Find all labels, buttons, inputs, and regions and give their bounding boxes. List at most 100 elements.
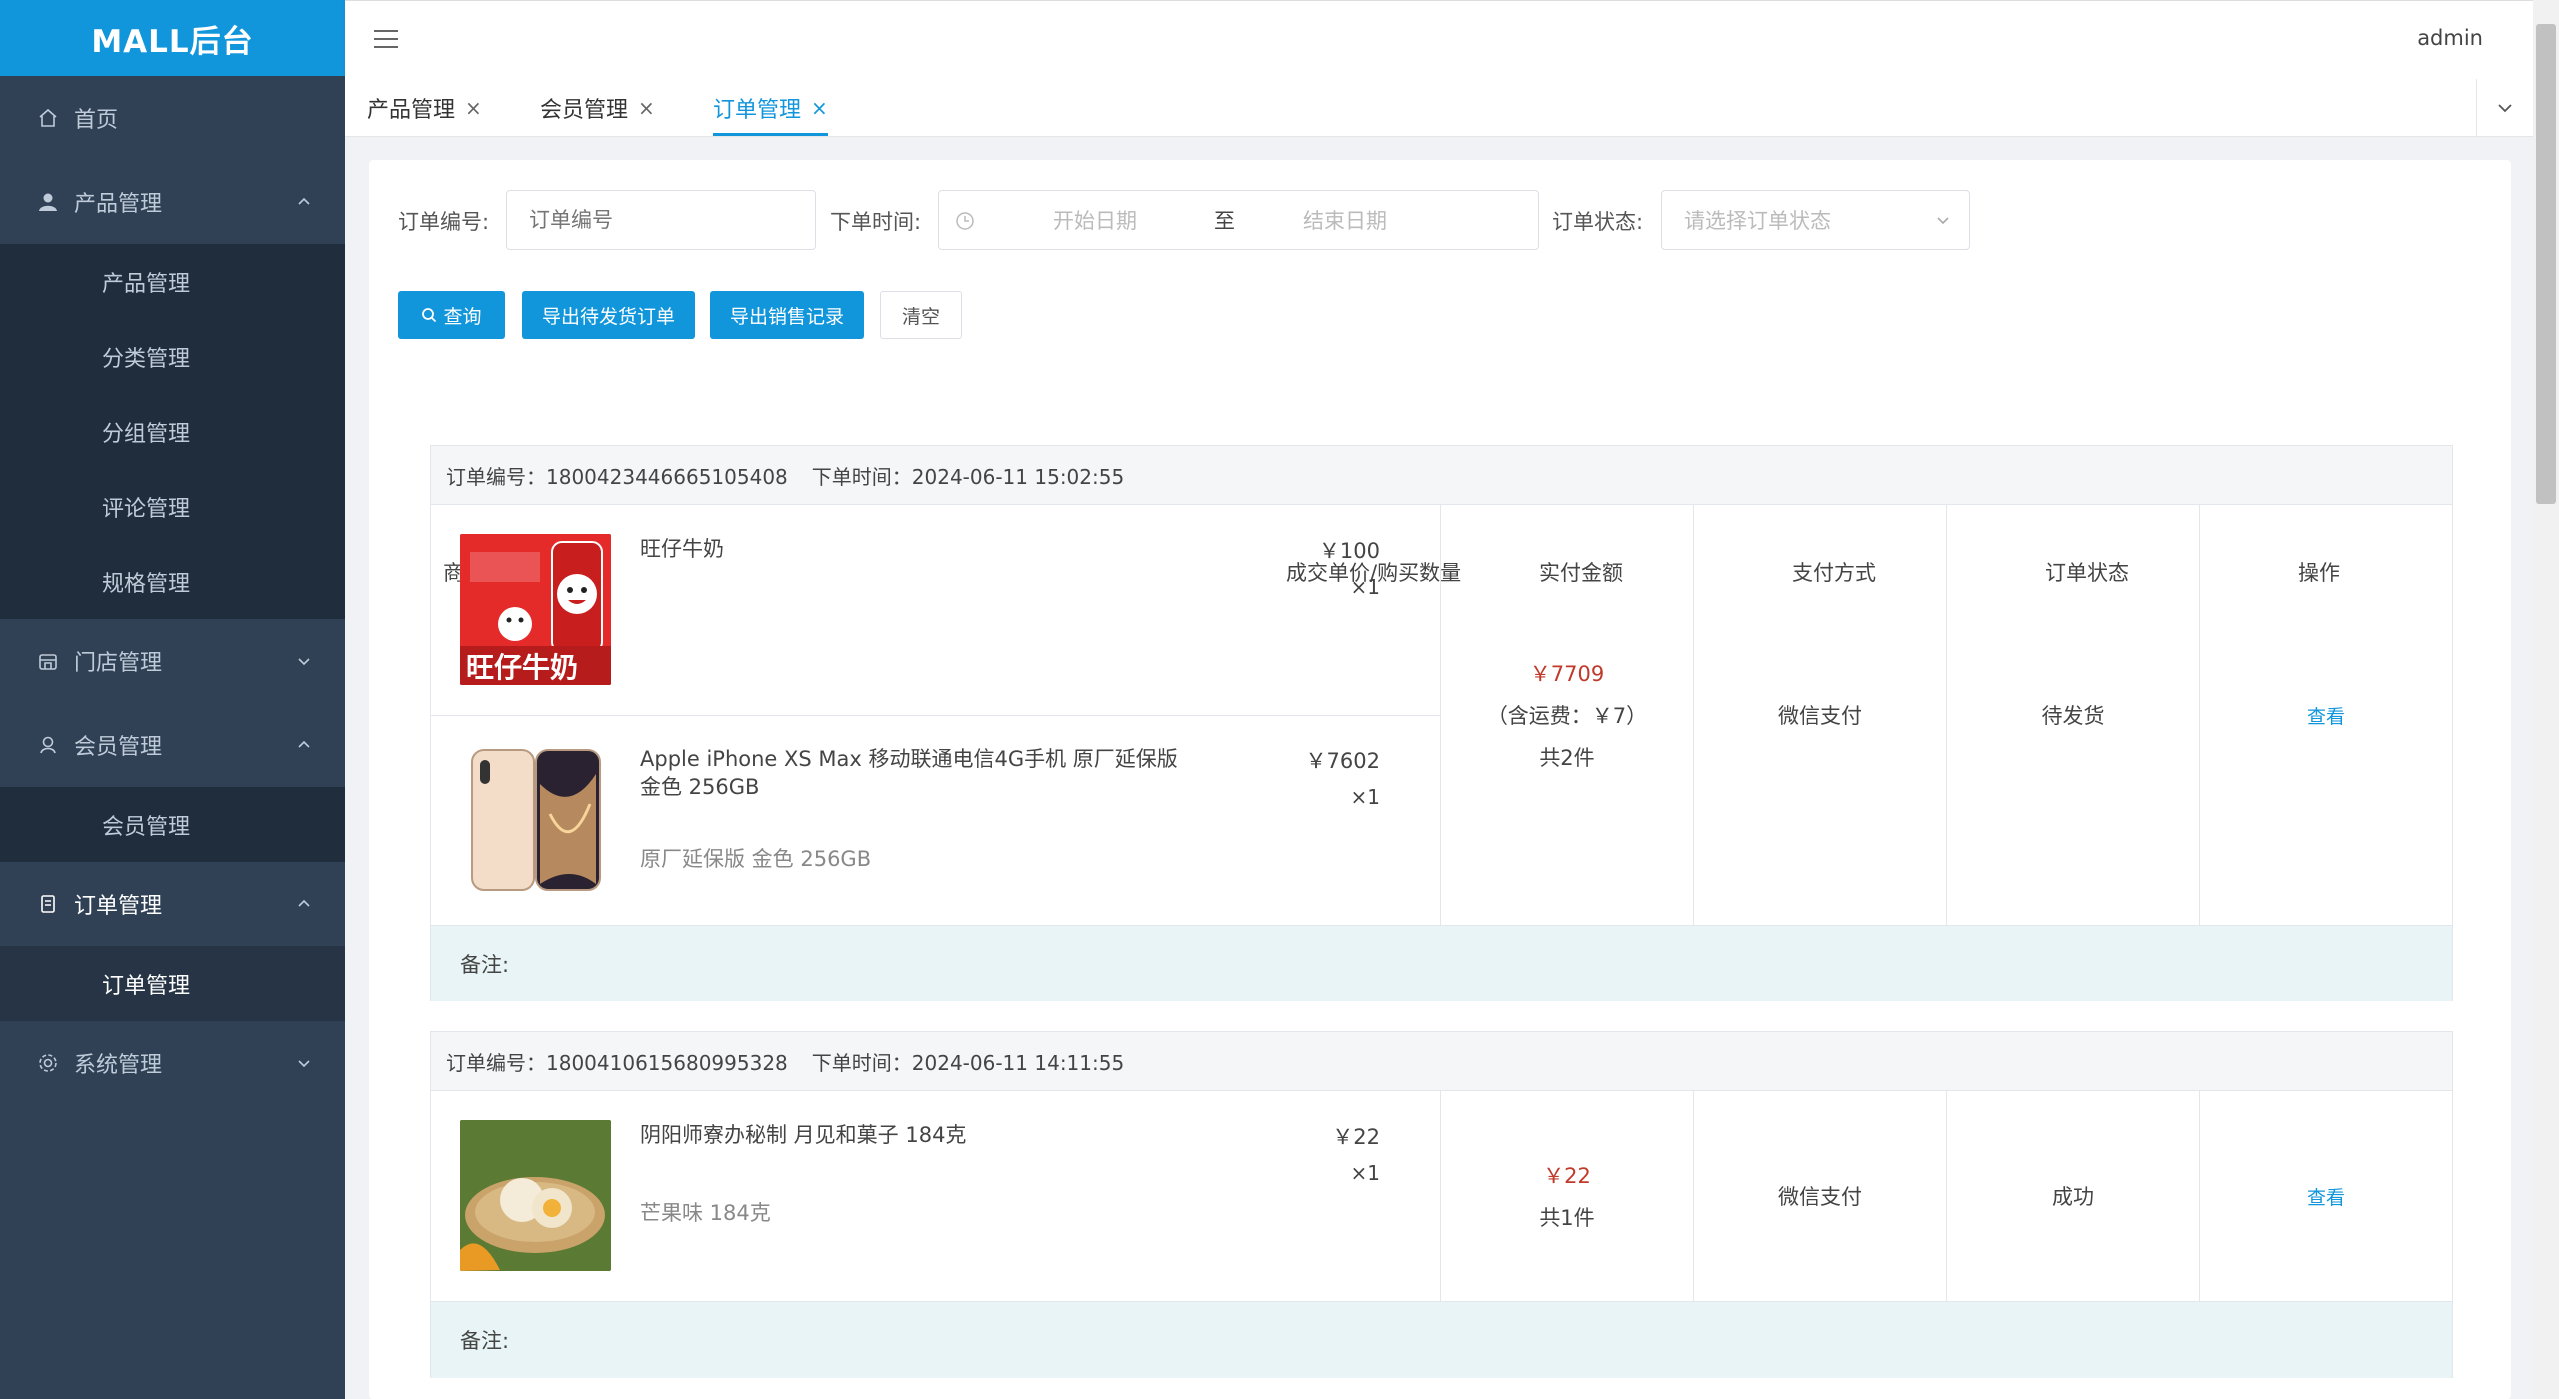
member-submenu: 会员管理 — [0, 787, 345, 862]
freight-note: （含运费：￥7） — [1486, 704, 1648, 728]
view-order-link[interactable]: 查看 — [2307, 1183, 2345, 1210]
product-qty: ×1 — [1350, 575, 1380, 599]
start-date-input[interactable]: 开始日期 — [1053, 205, 1137, 235]
product-price: ￥100 — [1318, 539, 1380, 563]
sidebar-item-store[interactable]: 门店管理 — [0, 619, 345, 703]
product-price: ￥7602 — [1305, 749, 1380, 773]
item-count: 共1件 — [1539, 1206, 1595, 1230]
scrollbar-thumb[interactable] — [2536, 24, 2556, 504]
search-button[interactable]: 查询 — [398, 291, 505, 339]
chevron-up-icon — [298, 197, 310, 205]
order-status: 成功 — [2052, 1185, 2094, 1209]
end-date-input[interactable]: 结束日期 — [1303, 205, 1387, 235]
sidebar-subitem-member[interactable]: 会员管理 — [0, 787, 345, 862]
order-time: 下单时间：2024-06-11 15:02:55 — [811, 464, 1125, 489]
paid-amount: ￥22 — [1543, 1164, 1591, 1188]
range-separator: 至 — [1214, 209, 1235, 233]
order-body: 旺仔牛奶 旺仔牛奶 ￥100 ×1 Apple iPhone XS Max 移动… — [431, 505, 2452, 925]
export-pending-button[interactable]: 导出待发货订单 — [522, 291, 695, 339]
tab-member[interactable]: 会员管理 × — [540, 79, 655, 136]
order-remark: 备注: — [431, 1301, 2452, 1378]
order-header: 订单编号：1800410615680995328 下单时间：2024-06-11… — [431, 1032, 2452, 1091]
order-item: 旺仔牛奶 旺仔牛奶 ￥100 ×1 — [431, 505, 1440, 716]
chevron-down-icon — [298, 658, 310, 666]
sidebar-item-product[interactable]: 产品管理 — [0, 160, 345, 244]
sidebar-item-label: 系统管理 — [74, 1053, 163, 1078]
product-qty: ×1 — [1350, 1161, 1380, 1185]
order-remark: 备注: — [431, 925, 2452, 1001]
user-icon — [36, 190, 60, 214]
search-button-label: 查询 — [443, 305, 482, 328]
pay-method: 微信支付 — [1778, 704, 1862, 728]
order-no-input[interactable] — [506, 190, 816, 250]
sidebar-subitem-comment[interactable]: 评论管理 — [0, 469, 345, 544]
sidebar-item-label: 门店管理 — [74, 651, 163, 676]
date-range-picker[interactable]: 开始日期 至 结束日期 — [938, 190, 1539, 250]
product-price: ￥22 — [1332, 1125, 1380, 1149]
vertical-scrollbar[interactable] — [2533, 0, 2559, 1399]
tab-label: 会员管理 — [540, 97, 629, 123]
order-item: Apple iPhone XS Max 移动联通电信4G手机 原厂延保版 金色 … — [431, 715, 1440, 925]
chevron-down-icon — [1937, 217, 1949, 225]
chevron-down-icon — [2498, 103, 2512, 112]
view-order-link[interactable]: 查看 — [2307, 702, 2345, 729]
sidebar-subitem-group[interactable]: 分组管理 — [0, 394, 345, 469]
sidebar-item-member[interactable]: 会员管理 — [0, 703, 345, 787]
svg-text:旺仔牛奶: 旺仔牛奶 — [466, 651, 578, 684]
sidebar-item-label: 产品管理 — [74, 192, 163, 217]
sidebar-subitem-category[interactable]: 分类管理 — [0, 319, 345, 394]
user-menu[interactable]: admin — [2417, 26, 2483, 50]
order-time: 下单时间：2024-06-11 14:11:55 — [811, 1050, 1125, 1075]
hamburger-menu-icon[interactable] — [373, 28, 399, 50]
close-icon[interactable]: × — [465, 96, 482, 120]
sidebar-subitem-order[interactable]: 订单管理 — [0, 946, 345, 1021]
clear-button[interactable]: 清空 — [880, 291, 962, 339]
tabs-dropdown[interactable] — [2476, 79, 2533, 136]
sidebar-subitem-product[interactable]: 产品管理 — [0, 244, 345, 319]
product-submenu: 产品管理 分类管理 分组管理 评论管理 规格管理 — [0, 244, 345, 619]
chevron-up-icon — [298, 740, 310, 748]
paid-amount: ￥7709 — [1529, 662, 1605, 686]
paid-amount-cell: ￥22 共1件 — [1440, 1091, 1693, 1301]
order-number: 订单编号：1800423446665105408 — [446, 464, 788, 489]
order-card: 订单编号：1800410615680995328 下单时间：2024-06-11… — [430, 1031, 2453, 1378]
product-image[interactable]: 旺仔牛奶 — [460, 534, 611, 685]
status-cell: 待发货 — [1946, 505, 2199, 925]
export-sales-button[interactable]: 导出销售记录 — [710, 291, 864, 339]
product-name[interactable]: Apple iPhone XS Max 移动联通电信4G手机 原厂延保版 金色 … — [640, 745, 1200, 801]
sidebar-item-system[interactable]: 系统管理 — [0, 1021, 345, 1105]
search-icon — [422, 308, 437, 323]
tab-order[interactable]: 订单管理 × — [713, 79, 828, 136]
action-cell: 查看 — [2199, 1091, 2452, 1301]
order-submenu: 订单管理 — [0, 946, 345, 1021]
order-header: 订单编号：1800423446665105408 下单时间：2024-06-11… — [431, 446, 2452, 505]
product-spec: 芒果味 184克 — [640, 1201, 771, 1225]
order-number: 订单编号：1800410615680995328 — [446, 1050, 788, 1075]
product-image[interactable] — [460, 1120, 611, 1271]
paid-amount-cell: ￥7709 （含运费：￥7） 共2件 — [1440, 505, 1693, 925]
product-name[interactable]: 阴阳师寮办秘制 月见和菓子 184克 — [640, 1121, 1200, 1149]
sidebar-item-order[interactable]: 订单管理 — [0, 862, 345, 946]
store-icon — [36, 649, 60, 673]
pay-method-cell: 微信支付 — [1693, 505, 1946, 925]
product-name[interactable]: 旺仔牛奶 — [640, 535, 1200, 563]
chevron-up-icon — [298, 899, 310, 907]
order-status-select[interactable]: 请选择订单状态 — [1661, 190, 1970, 250]
order-status-placeholder: 请选择订单状态 — [1684, 209, 1831, 233]
tab-label: 订单管理 — [713, 97, 802, 123]
product-image[interactable] — [460, 744, 611, 895]
pay-method: 微信支付 — [1778, 1185, 1862, 1209]
brand-logo[interactable]: MALL后台 — [0, 0, 345, 76]
sidebar-item-label: 订单管理 — [74, 894, 163, 919]
tab-label: 产品管理 — [367, 97, 456, 123]
sidebar-item-home[interactable]: 首页 — [0, 76, 345, 160]
close-icon[interactable]: × — [638, 96, 655, 120]
sidebar-subitem-spec[interactable]: 规格管理 — [0, 544, 345, 619]
tab-product[interactable]: 产品管理 × — [367, 79, 482, 136]
close-icon[interactable]: × — [811, 96, 828, 120]
order-item: 阴阳师寮办秘制 月见和菓子 184克 芒果味 184克 ￥22 ×1 — [431, 1091, 1440, 1301]
sidebar-item-label: 会员管理 — [74, 735, 163, 760]
remark-label: 备注: — [460, 952, 510, 977]
action-cell: 查看 — [2199, 505, 2452, 925]
order-body: 阴阳师寮办秘制 月见和菓子 184克 芒果味 184克 ￥22 ×1 ￥22 共… — [431, 1091, 2452, 1301]
